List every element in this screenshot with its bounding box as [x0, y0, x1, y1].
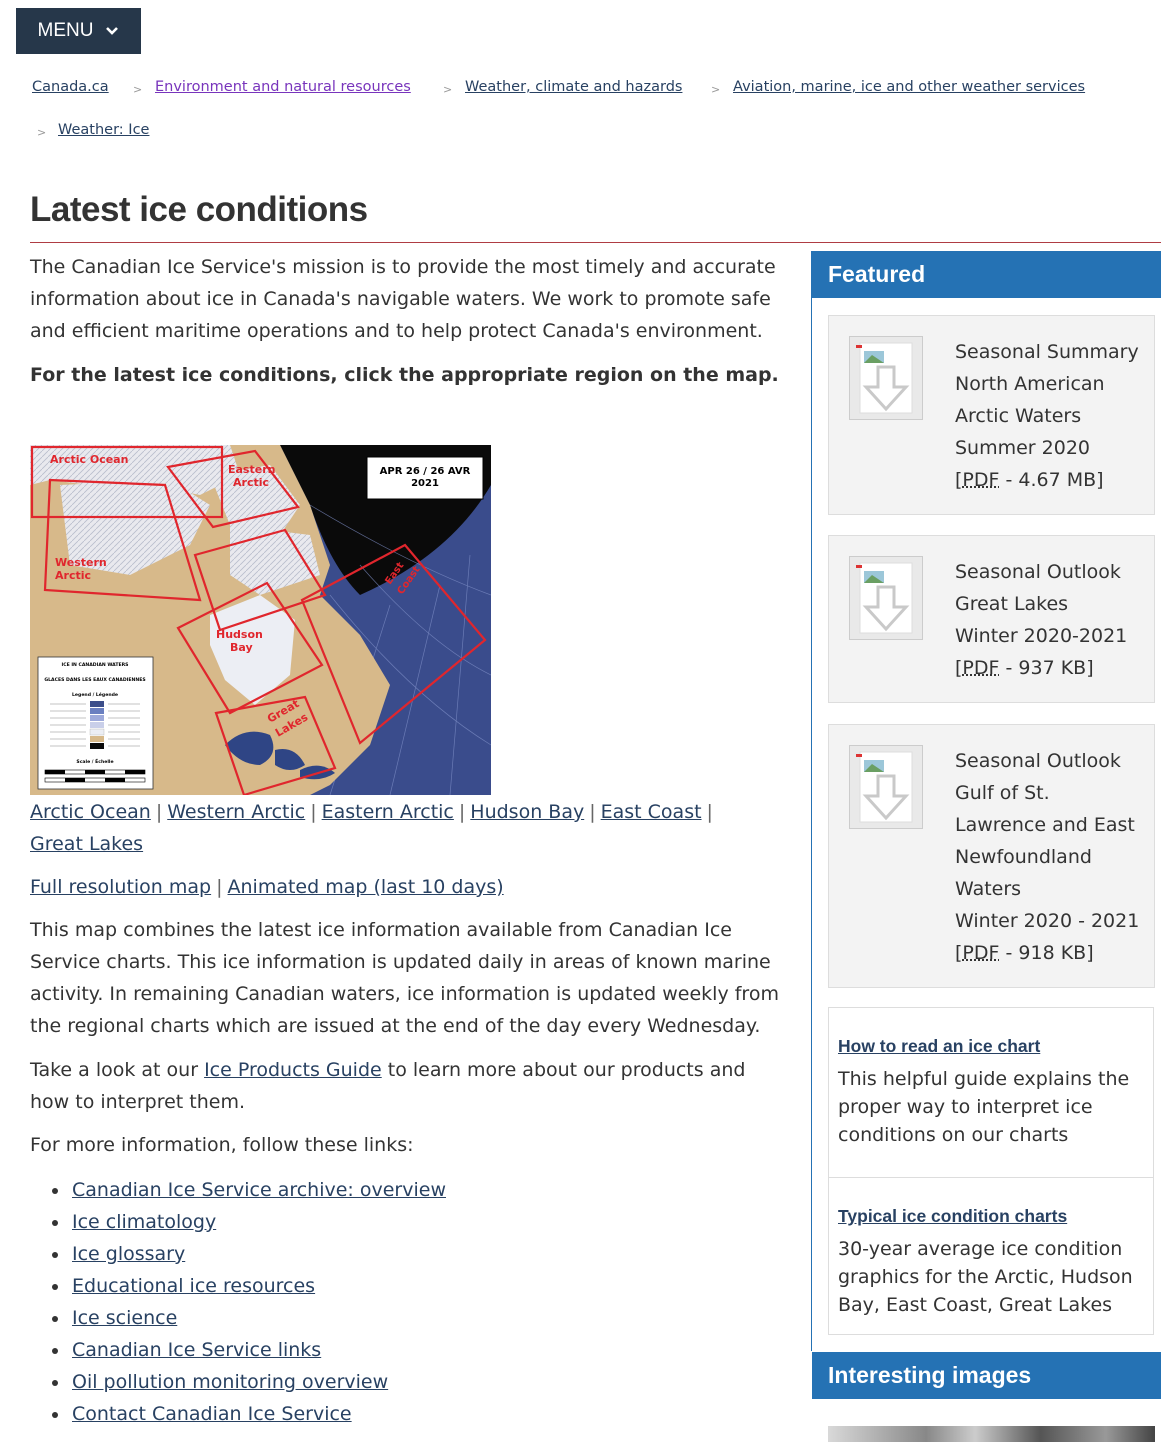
- archive-overview-link[interactable]: Canadian Ice Service archive: overview: [72, 1179, 446, 1201]
- breadcrumb-link-weather-ice[interactable]: Weather: Ice: [58, 122, 149, 138]
- map-description: This map combines the latest ice informa…: [30, 919, 779, 1037]
- interesting-image[interactable]: [828, 1426, 1155, 1442]
- map-region-label: Eastern: [228, 463, 275, 476]
- link-separator: |: [458, 801, 466, 823]
- list-item: Ice glossary: [70, 1238, 770, 1270]
- interesting-images-heading: Interesting images: [812, 1352, 1161, 1399]
- breadcrumb-link-environment[interactable]: Environment and natural resources: [155, 79, 411, 95]
- region-links: Arctic Ocean | Western Arctic | Eastern Arct…: [30, 796, 770, 860]
- featured-card[interactable]: Seasonal Outlook Great Lakes Winter 2020…: [828, 535, 1155, 703]
- menu-label: MENU: [37, 20, 94, 41]
- pdf-thumbnail-icon: [849, 745, 923, 829]
- breadcrumb-separator: >: [133, 83, 143, 96]
- list-item: Oil pollution monitoring overview: [70, 1366, 770, 1398]
- guide-card-title[interactable]: Typical ice condition charts: [838, 1206, 1153, 1227]
- page-title: Latest ice conditions: [30, 190, 368, 229]
- full-resolution-map-link[interactable]: Full resolution map: [30, 876, 211, 898]
- breadcrumb-link-aviation[interactable]: Aviation, marine, ice and other weather …: [733, 79, 1085, 95]
- region-link-great-lakes[interactable]: Great Lakes: [30, 833, 143, 855]
- featured-card-text: Seasonal Outlook Gulf of St. Lawrence an…: [955, 750, 1140, 964]
- ice-science-link[interactable]: Ice science: [72, 1307, 177, 1329]
- map-year-label: 2021: [411, 478, 439, 489]
- guide-paragraph: Take a look at our Ice Products Guide to…: [30, 1059, 746, 1113]
- ice-conditions-map[interactable]: Arctic Ocean Eastern Arctic Western Arct…: [30, 445, 491, 795]
- guide-card[interactable]: How to read an ice chart This helpful gu…: [828, 1007, 1154, 1178]
- guide-card[interactable]: Typical ice condition charts 30-year ave…: [828, 1177, 1154, 1335]
- region-link-hudson-bay[interactable]: Hudson Bay: [470, 801, 584, 823]
- pdf-thumbnail-icon: [849, 556, 923, 640]
- featured-card[interactable]: Seasonal Outlook Gulf of St. Lawrence an…: [828, 724, 1155, 988]
- guide-card-description: This helpful guide explains the proper w…: [838, 1068, 1130, 1146]
- map-region-label: Arctic Ocean: [50, 453, 128, 466]
- link-separator: |: [706, 801, 713, 823]
- guide-card-title[interactable]: How to read an ice chart: [838, 1036, 1153, 1057]
- link-separator: |: [310, 801, 317, 823]
- list-item: Ice climatology: [70, 1206, 770, 1238]
- list-item: Canadian Ice Service links: [70, 1334, 770, 1366]
- featured-card-text: Seasonal Outlook Great Lakes Winter 2020…: [955, 561, 1128, 679]
- link-separator: |: [155, 801, 163, 823]
- map-date-label: APR 26 / 26 AVR: [380, 466, 471, 477]
- contact-link[interactable]: Contact Canadian Ice Service: [72, 1403, 352, 1425]
- map-region-label: Hudson: [216, 628, 263, 641]
- region-link-eastern-arctic[interactable]: Eastern Arctic: [322, 801, 454, 823]
- ice-climatology-link[interactable]: Ice climatology: [72, 1211, 216, 1233]
- map-legend-title: ICE IN CANADIAN WATERS: [62, 662, 129, 668]
- oil-pollution-link[interactable]: Oil pollution monitoring overview: [72, 1371, 388, 1393]
- region-link-arctic-ocean[interactable]: Arctic Ocean: [30, 801, 151, 823]
- breadcrumb-separator: >: [37, 126, 47, 139]
- map-region-label: Bay: [230, 641, 253, 654]
- chevron-down-icon: [106, 27, 119, 35]
- map-legend-title-fr: GLACES DANS LES EAUX CANADIENNES: [44, 677, 145, 683]
- title-divider: [30, 242, 1161, 243]
- breadcrumb-link-weather[interactable]: Weather, climate and hazards: [465, 79, 682, 95]
- featured-heading: Featured: [812, 251, 1161, 298]
- featured-card[interactable]: Seasonal Summary North American Arctic W…: [828, 315, 1155, 515]
- list-item: Ice science: [70, 1302, 770, 1334]
- pdf-thumbnail-icon: [849, 336, 923, 420]
- more-info-list: Canadian Ice Service archive: overview I…: [30, 1174, 770, 1430]
- educational-resources-link[interactable]: Educational ice resources: [72, 1275, 315, 1297]
- list-item: Educational ice resources: [70, 1270, 770, 1302]
- map-region-label: Arctic: [233, 476, 269, 489]
- breadcrumb-separator: >: [711, 83, 721, 96]
- ice-service-links-link[interactable]: Canadian Ice Service links: [72, 1339, 321, 1361]
- animated-map-link[interactable]: Animated map (last 10 days): [228, 876, 504, 898]
- ice-glossary-link[interactable]: Ice glossary: [72, 1243, 185, 1265]
- link-separator: |: [216, 876, 223, 898]
- link-separator: |: [589, 801, 596, 823]
- list-item: Canadian Ice Service archive: overview: [70, 1174, 770, 1206]
- more-info-text: For more information, follow these links…: [30, 1134, 414, 1156]
- breadcrumb-separator: >: [443, 83, 453, 96]
- map-links: Full resolution map | Animated map (last 1…: [30, 871, 504, 903]
- featured-card-text: Seasonal Summary North American Arctic W…: [955, 341, 1139, 491]
- region-link-western-arctic[interactable]: Western Arctic: [167, 801, 305, 823]
- menu-button[interactable]: MENU: [16, 8, 141, 54]
- intro-paragraph: The Canadian Ice Service's mission is to…: [30, 256, 776, 342]
- ice-products-guide-link[interactable]: Ice Products Guide: [204, 1059, 382, 1081]
- map-instruction: For the latest ice conditions, click the…: [30, 364, 779, 386]
- map-legend-subtitle: Legend / Légende: [72, 691, 118, 698]
- map-region-label: Western: [55, 556, 107, 569]
- region-link-east-coast[interactable]: East Coast: [601, 801, 702, 823]
- list-item: Contact Canadian Ice Service: [70, 1398, 770, 1430]
- map-region-label: Arctic: [55, 569, 91, 582]
- guide-card-description: 30-year average ice condition graphics f…: [838, 1238, 1133, 1316]
- breadcrumb-link-canada[interactable]: Canada.ca: [32, 79, 109, 95]
- featured-panel-border: [811, 251, 812, 1351]
